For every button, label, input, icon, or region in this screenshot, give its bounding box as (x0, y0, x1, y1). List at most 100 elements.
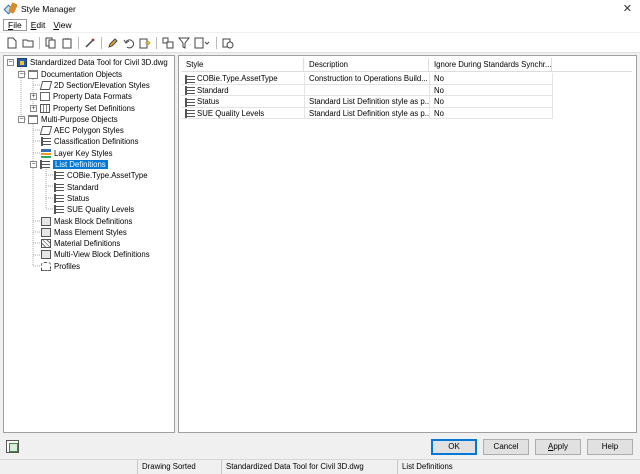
list-definition-icon (54, 193, 64, 203)
menu-file[interactable]: File (3, 19, 27, 31)
collapse-icon[interactable]: − (18, 70, 25, 78)
collapse-icon[interactable]: − (18, 115, 25, 123)
section-elevation-icon (39, 80, 53, 90)
list-definition-icon (185, 86, 195, 96)
undo-icon[interactable] (121, 36, 136, 50)
tree-node-standard[interactable]: Standard (54, 182, 99, 193)
new-icon[interactable] (4, 36, 19, 50)
tree-node-property-data-formats[interactable]: + Property Data Formats (30, 91, 132, 102)
cell-style: Status (181, 96, 305, 108)
toolbar-separator (216, 36, 217, 49)
tree-label: Multi-View Block Definitions (54, 250, 150, 260)
tree-node-aec-polygon-styles[interactable]: AEC Polygon Styles (39, 125, 124, 136)
menu-view[interactable]: View (49, 20, 75, 30)
cell-ignore-sync: No (430, 107, 553, 119)
tree-node-sue-quality-levels[interactable]: SUE Quality Levels (54, 204, 134, 215)
expand-icon[interactable]: + (30, 104, 37, 112)
expand-icon[interactable]: + (30, 93, 37, 101)
copy-icon[interactable] (43, 36, 58, 50)
edit-icon[interactable] (105, 36, 120, 50)
folder-icon (28, 114, 38, 124)
purge-icon[interactable] (82, 36, 97, 50)
toggle-view-icon[interactable] (160, 36, 175, 50)
export-icon[interactable] (137, 36, 152, 50)
menu-bar: File Edit View (0, 18, 640, 32)
tree-node-multi-view-block-definitions[interactable]: Multi-View Block Definitions (41, 249, 150, 260)
ok-button[interactable]: OK (431, 439, 477, 455)
table-header: Style Description Ignore During Standard… (181, 58, 632, 72)
table-row[interactable]: SUE Quality Levels Standard List Definit… (181, 107, 553, 119)
close-icon[interactable]: ✕ (623, 2, 632, 15)
table-row[interactable]: COBie.Type.AssetType Construction to Ope… (181, 73, 553, 85)
tree-node-cobie-asset-type[interactable]: COBie.Type.AssetType (54, 170, 148, 181)
tree-node-list-definitions[interactable]: − List Definitions (30, 159, 108, 170)
cell-description: Standard List Definition style as p... (305, 96, 430, 108)
list-definition-icon (185, 74, 195, 84)
collapse-icon[interactable]: − (7, 59, 14, 67)
material-icon (41, 239, 51, 249)
toolbar-separator (156, 36, 157, 49)
cell-description: Construction to Operations Build... (305, 73, 430, 85)
column-header-description[interactable]: Description (304, 58, 429, 72)
tree-node-material-definitions[interactable]: Material Definitions (41, 238, 120, 249)
tree-label: Property Data Formats (53, 92, 132, 102)
table-body: COBie.Type.AssetType Construction to Ope… (181, 73, 553, 119)
paste-icon[interactable] (59, 36, 74, 50)
column-header-style[interactable]: Style (181, 58, 304, 72)
table-row[interactable]: Status Standard List Definition style as… (181, 96, 553, 108)
title-bar: Style Manager ✕ (0, 0, 640, 18)
tree-label: Standard (67, 182, 99, 192)
tree-label: Mask Block Definitions (54, 216, 133, 226)
table-row[interactable]: Standard No (181, 84, 553, 96)
window-title: Style Manager (21, 4, 76, 14)
tree-label: AEC Polygon Styles (54, 126, 124, 136)
tree-node-classification-definitions[interactable]: Classification Definitions (41, 136, 139, 147)
tree-node-mass-element-styles[interactable]: Mass Element Styles (41, 227, 127, 238)
tree-node-section-elevation-styles[interactable]: 2D Section/Elevation Styles (39, 80, 150, 91)
property-format-icon (40, 92, 50, 102)
tree-node-layer-key-styles[interactable]: Layer Key Styles (41, 148, 113, 159)
list-definition-icon (54, 171, 64, 181)
status-drawing: Standardized Data Tool for Civil 3D.dwg (221, 460, 397, 474)
cell-description: Standard List Definition style as p... (305, 107, 430, 119)
status-bar: Drawing Sorted Standardized Data Tool fo… (0, 459, 640, 474)
cancel-button[interactable]: Cancel (483, 439, 529, 455)
tree-node-documentation-objects[interactable]: − Documentation Objects (18, 69, 122, 80)
layer-key-icon (41, 148, 51, 158)
tree-node-profiles[interactable]: Profiles (41, 261, 80, 272)
tree-label: Material Definitions (54, 239, 121, 249)
multi-view-block-icon (41, 250, 51, 260)
column-header-ignore-sync[interactable]: Ignore During Standards Synchr... (429, 58, 552, 72)
filter-icon[interactable] (176, 36, 191, 50)
tree-label: Property Set Definitions (53, 103, 135, 113)
toolbar-separator (101, 36, 102, 49)
status-sort: Drawing Sorted (137, 460, 221, 474)
tree-node-drawing[interactable]: − Standardized Data Tool for Civil 3D.dw… (7, 57, 168, 68)
cell-ignore-sync: No (430, 96, 553, 108)
apply-button[interactable]: Apply (535, 439, 581, 455)
toggle-filter-icon[interactable] (6, 440, 19, 453)
cell-ignore-sync: No (430, 84, 553, 96)
menu-edit[interactable]: Edit (27, 20, 50, 30)
tree-node-mask-block-definitions[interactable]: Mask Block Definitions (41, 215, 132, 226)
list-definition-icon (54, 205, 64, 215)
tree-label-selected: List Definitions (53, 160, 108, 170)
folder-icon (28, 69, 38, 79)
tree-node-status[interactable]: Status (54, 193, 89, 204)
style-manager-app-icon (3, 2, 18, 15)
tree-node-multi-purpose-objects[interactable]: − Multi-Purpose Objects (18, 114, 118, 125)
view-dropdown-icon[interactable] (192, 36, 212, 50)
tree-label: Mass Element Styles (54, 227, 127, 237)
tree-label: Status (67, 193, 90, 203)
tree-label: Layer Key Styles (54, 148, 113, 158)
open-icon[interactable] (20, 36, 35, 50)
status-category: List Definitions (397, 460, 487, 474)
toolbar (0, 33, 640, 53)
collapse-icon[interactable]: − (30, 161, 37, 169)
list-definition-icon (185, 109, 195, 119)
help-button[interactable]: Help (587, 439, 633, 455)
inventory-icon[interactable] (220, 36, 235, 50)
tree-label: Multi-Purpose Objects (41, 114, 118, 124)
tree-node-property-set-definitions[interactable]: + Property Set Definitions (30, 102, 135, 113)
style-tree[interactable]: − Standardized Data Tool for Civil 3D.dw… (3, 55, 175, 433)
